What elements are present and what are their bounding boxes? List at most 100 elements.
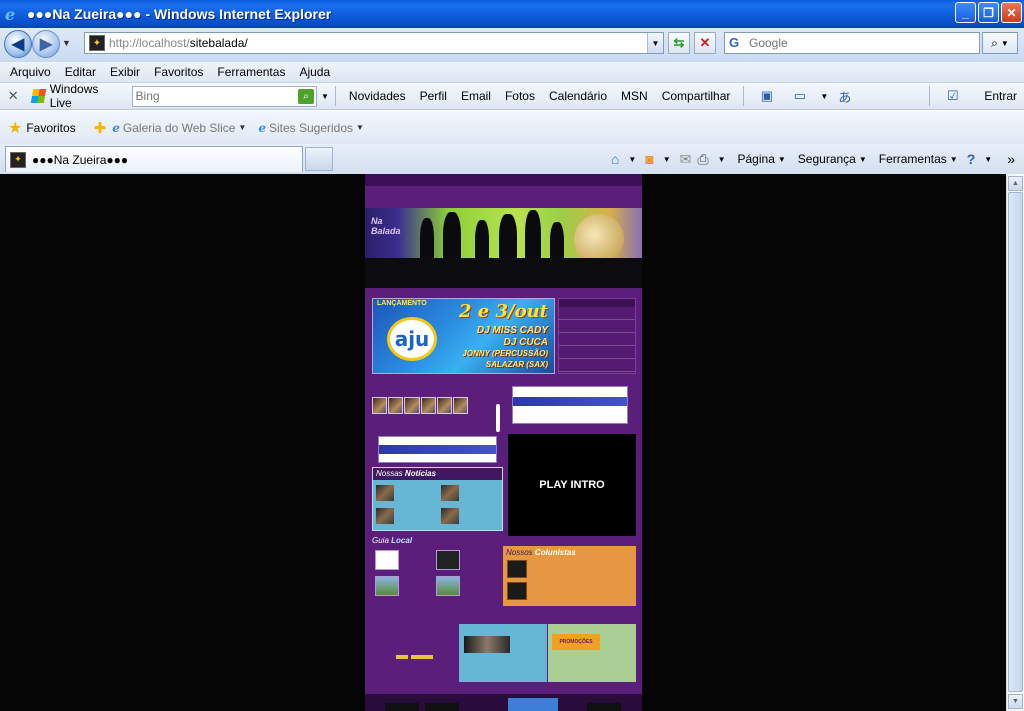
play-intro-button[interactable]: PLAY INTRO: [508, 434, 636, 536]
tools-menu[interactable]: Ferramentas ▼: [873, 152, 964, 166]
close-button[interactable]: ✕: [1001, 2, 1022, 23]
overflow-chevron-icon[interactable]: »: [1004, 151, 1018, 167]
read-mail-icon[interactable]: ✉: [677, 151, 695, 168]
search-button[interactable]: ⌕ ▼: [982, 32, 1018, 54]
help-icon[interactable]: ?: [964, 151, 979, 167]
search-input[interactable]: [749, 36, 949, 50]
messenger-dropdown[interactable]: ▼: [820, 92, 828, 101]
site-banner[interactable]: Na Balada: [365, 208, 642, 288]
close-toolbar-icon[interactable]: ✕: [0, 88, 26, 104]
bing-dropdown[interactable]: ▼: [321, 92, 329, 101]
columnist-photo[interactable]: [507, 582, 527, 600]
vertical-scrollbar[interactable]: ▲ ▼: [1006, 174, 1024, 711]
menu-exibir[interactable]: Exibir: [103, 65, 147, 79]
columnist-photo[interactable]: [507, 560, 527, 578]
page-menu[interactable]: Página ▼: [732, 152, 792, 166]
home-dropdown[interactable]: ▼: [622, 155, 642, 164]
signin-link[interactable]: Entrar: [977, 89, 1024, 103]
gallery-thumbnail[interactable]: [420, 397, 436, 414]
gallery-thumbnail[interactable]: [372, 397, 388, 414]
ad-box-left[interactable]: [378, 436, 497, 463]
live-item-email[interactable]: Email: [454, 89, 498, 103]
news-thumbnail[interactable]: [376, 485, 394, 501]
print-icon[interactable]: ⎙: [694, 151, 711, 168]
add-to-favorites-bar-icon[interactable]: ✚: [94, 119, 107, 137]
windows-live-button[interactable]: Windows Live: [26, 82, 125, 110]
web-slice-gallery-link[interactable]: e Galeria do Web Slice ▼: [106, 121, 252, 135]
favorites-button[interactable]: ★ Favoritos: [0, 118, 84, 138]
footer-thumbnail[interactable]: [385, 703, 419, 711]
footer-thumbnail[interactable]: [425, 703, 459, 711]
gallery-thumbnail[interactable]: [436, 397, 452, 414]
gallery-thumbnail[interactable]: [452, 397, 469, 414]
live-item-compartilhar[interactable]: Compartilhar: [655, 89, 738, 103]
live-item-perfil[interactable]: Perfil: [413, 89, 454, 103]
guide-thumbnail[interactable]: [436, 576, 460, 596]
recent-pages-dropdown[interactable]: ▼: [62, 38, 71, 48]
photo-share-icon[interactable]: ▣: [758, 88, 775, 104]
scroll-down-arrow-icon[interactable]: ▼: [1008, 694, 1023, 709]
guide-thumbnail[interactable]: [375, 576, 399, 596]
agenda-row[interactable]: [559, 333, 635, 346]
event-ad-banner[interactable]: LANÇAMENTO aju 2 e 3/out DJ MISS CADY DJ…: [372, 298, 555, 374]
help-dropdown[interactable]: ▼: [978, 155, 998, 164]
signin-checkbox-icon[interactable]: ☑: [944, 88, 961, 104]
live-item-calendario[interactable]: Calendário: [542, 89, 614, 103]
news-thumbnail[interactable]: [441, 508, 459, 524]
suggested-sites-link[interactable]: e Sites Sugeridos ▼: [252, 121, 370, 135]
ad-box-right[interactable]: [512, 386, 628, 424]
gallery-scrollbar[interactable]: [496, 404, 500, 432]
bing-search-box[interactable]: ⌕: [131, 85, 318, 107]
forward-button[interactable]: ▶: [32, 30, 60, 58]
safety-menu[interactable]: Segurança ▼: [792, 152, 873, 166]
search-box[interactable]: G: [724, 32, 980, 54]
footer-thumbnail[interactable]: [587, 703, 621, 711]
menu-favoritos[interactable]: Favoritos: [147, 65, 210, 79]
address-bar[interactable]: ✦ http://localhost/sitebalada/ ▼: [84, 32, 664, 54]
news-thumbnail[interactable]: [376, 508, 394, 524]
poll-results-button[interactable]: [411, 655, 433, 659]
menu-ferramentas[interactable]: Ferramentas: [210, 65, 292, 79]
feeds-dropdown[interactable]: ▼: [657, 155, 677, 164]
guide-thumbnail[interactable]: [375, 550, 399, 570]
ad-logo: aju: [387, 317, 437, 361]
scroll-up-arrow-icon[interactable]: ▲: [1008, 176, 1023, 191]
gallery-thumbnail[interactable]: [388, 397, 404, 414]
tab-na-zueira[interactable]: ✦ ●●●Na Zueira●●●: [5, 146, 303, 172]
restore-button[interactable]: ❐: [978, 2, 999, 23]
gallery-thumbnail[interactable]: [404, 397, 420, 414]
video-thumbnail[interactable]: [464, 636, 510, 653]
live-item-novidades[interactable]: Novidades: [342, 89, 413, 103]
agenda-row[interactable]: [559, 346, 635, 359]
poll-vote-button[interactable]: [396, 655, 408, 659]
agenda-row[interactable]: [559, 320, 635, 333]
footer-highlight-thumbnail[interactable]: [508, 698, 558, 711]
agenda-row[interactable]: [559, 359, 635, 372]
stop-button[interactable]: ✕: [694, 32, 716, 54]
address-dropdown[interactable]: ▼: [647, 33, 663, 53]
search-options-dropdown[interactable]: ▼: [1001, 39, 1009, 48]
new-tab-button[interactable]: [305, 147, 333, 171]
news-thumbnail[interactable]: [441, 485, 459, 501]
live-item-fotos[interactable]: Fotos: [498, 89, 542, 103]
messenger-icon[interactable]: ▭: [791, 88, 808, 104]
bing-search-input[interactable]: [132, 89, 293, 103]
scrollbar-thumb[interactable]: [1008, 192, 1023, 692]
chevron-down-icon: ▼: [777, 154, 786, 164]
bing-search-go-icon[interactable]: ⌕: [298, 88, 315, 104]
guide-thumbnail[interactable]: [436, 550, 460, 570]
print-dropdown[interactable]: ▼: [712, 155, 732, 164]
menu-ajuda[interactable]: Ajuda: [292, 65, 337, 79]
menu-editar[interactable]: Editar: [58, 65, 103, 79]
rss-feed-icon[interactable]: ◙: [642, 151, 656, 167]
ad-dates: 2 e 3/out: [458, 301, 548, 322]
promo-badge[interactable]: PROMOÇÕES: [552, 634, 600, 650]
translate-icon[interactable]: あ: [836, 88, 853, 105]
agenda-row[interactable]: [559, 307, 635, 320]
minimize-button[interactable]: _: [955, 2, 976, 23]
back-button[interactable]: ◀: [4, 30, 32, 58]
menu-arquivo[interactable]: Arquivo: [3, 65, 58, 79]
compatibility-view-button[interactable]: ⇆: [668, 32, 690, 54]
live-item-msn[interactable]: MSN: [614, 89, 655, 103]
home-icon[interactable]: ⌂: [608, 151, 622, 167]
